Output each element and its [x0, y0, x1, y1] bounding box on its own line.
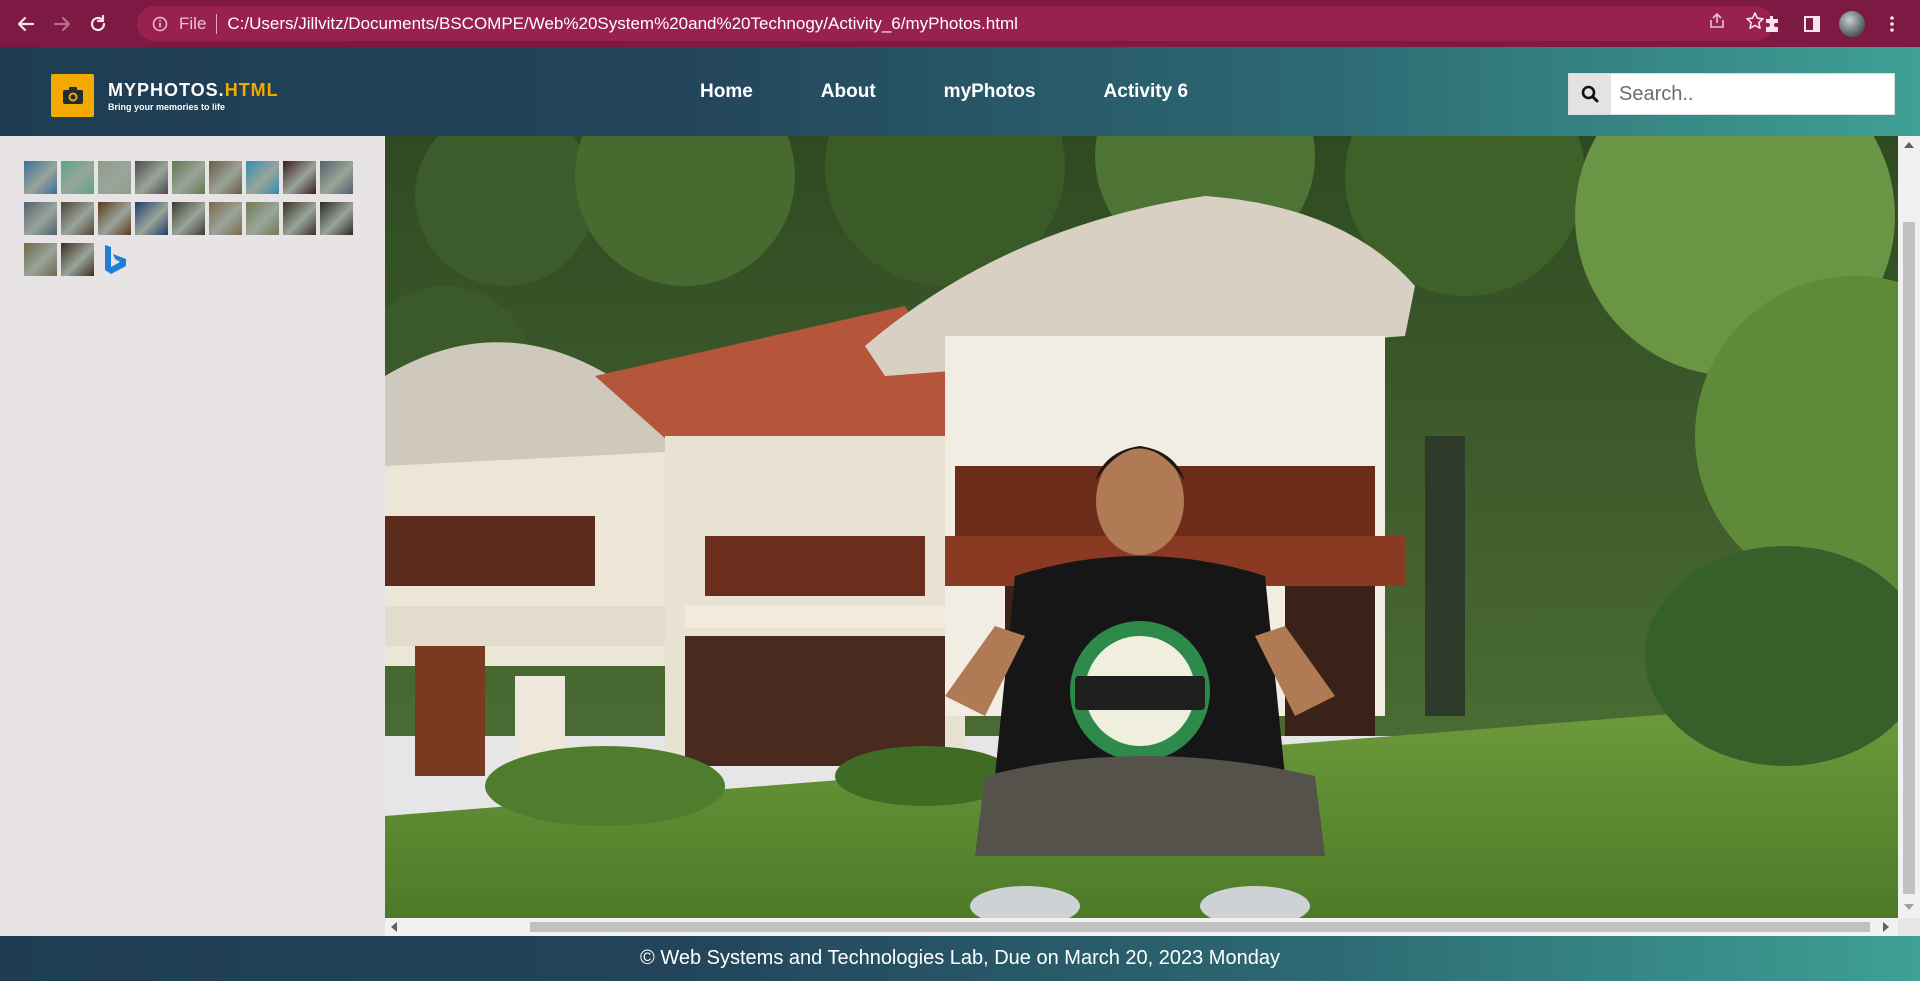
nav-home[interactable]: Home — [700, 81, 753, 103]
photo-thumbnail[interactable] — [24, 243, 57, 276]
vertical-scroll-thumb[interactable] — [1903, 222, 1915, 894]
omnibox-separator — [216, 13, 218, 34]
thumbnail-sidebar — [0, 136, 385, 936]
info-icon[interactable] — [151, 15, 169, 33]
logo-title-accent: HTML — [224, 79, 279, 100]
scroll-up-arrow[interactable] — [1904, 142, 1914, 148]
scroll-left-arrow[interactable] — [391, 922, 397, 932]
forward-icon[interactable] — [44, 6, 80, 42]
photo-thumbnail[interactable] — [61, 202, 94, 235]
browser-toolbar: File C:/Users/Jillvitz/Documents/BSCOMPE… — [0, 0, 1920, 47]
photo-thumbnail[interactable] — [320, 202, 353, 235]
main-nav: Home About myPhotos Activity 6 — [700, 47, 1256, 136]
nav-myphotos[interactable]: myPhotos — [944, 81, 1036, 103]
photo-thumbnail[interactable] — [246, 161, 279, 194]
search-icon — [1581, 85, 1599, 103]
footer-text: © Web Systems and Technologies Lab, Due … — [640, 947, 1280, 969]
site-footer: © Web Systems and Technologies Lab, Due … — [0, 936, 1920, 981]
scroll-right-arrow[interactable] — [1883, 922, 1889, 932]
photo-thumbnail[interactable] — [135, 161, 168, 194]
logo-tagline: Bring your memories to life — [108, 101, 226, 112]
photo-thumbnail[interactable] — [61, 243, 94, 276]
logo-title: MYPHOTOS.HTML — [108, 80, 279, 101]
photo-thumbnail[interactable] — [98, 202, 131, 235]
photo-thumbnail[interactable] — [172, 161, 205, 194]
photo-thumbnail[interactable] — [24, 202, 57, 235]
site-logo[interactable]: MYPHOTOS.HTML Bring your memories to lif… — [51, 74, 279, 117]
nav-activity-6[interactable]: Activity 6 — [1104, 81, 1188, 103]
horizontal-scrollbar[interactable] — [385, 918, 1898, 936]
bing-logo-icon[interactable] — [98, 243, 131, 276]
main-photo — [385, 136, 1898, 918]
file-scheme-label: File — [179, 13, 207, 33]
photo-thumbnail[interactable] — [283, 202, 316, 235]
photo-thumbnail[interactable] — [283, 161, 316, 194]
photo-thumbnail[interactable] — [246, 202, 279, 235]
reload-icon[interactable] — [80, 6, 116, 42]
photo-thumbnail[interactable] — [98, 161, 131, 194]
photo-thumbnail[interactable] — [61, 161, 94, 194]
search-input[interactable] — [1611, 74, 1894, 114]
nav-about[interactable]: About — [821, 81, 876, 103]
horizontal-scroll-thumb[interactable] — [530, 922, 1870, 932]
photo-thumbnail[interactable] — [209, 202, 242, 235]
site-header: MYPHOTOS.HTML Bring your memories to lif… — [0, 47, 1920, 136]
scroll-down-arrow[interactable] — [1904, 904, 1914, 910]
vertical-scrollbar[interactable] — [1898, 136, 1920, 918]
menu-icon[interactable] — [1874, 6, 1910, 42]
photo-viewer — [385, 136, 1920, 936]
photo-thumbnail[interactable] — [320, 161, 353, 194]
back-icon[interactable] — [8, 6, 44, 42]
photo-thumbnail[interactable] — [135, 202, 168, 235]
photo-thumbnail[interactable] — [24, 161, 57, 194]
photo-thumbnail[interactable] — [172, 202, 205, 235]
photo-thumbnail[interactable] — [209, 161, 242, 194]
extensions-icon[interactable] — [1754, 6, 1790, 42]
search-button[interactable] — [1569, 74, 1611, 114]
thumbnail-grid — [24, 161, 364, 284]
logo-title-main: MYPHOTOS. — [108, 79, 225, 100]
search-box — [1568, 73, 1895, 115]
share-icon[interactable] — [1707, 11, 1727, 36]
address-bar[interactable]: File C:/Users/Jillvitz/Documents/BSCOMPE… — [137, 6, 1773, 41]
url-text[interactable]: C:/Users/Jillvitz/Documents/BSCOMPE/Web%… — [227, 14, 1018, 34]
profile-avatar[interactable] — [1834, 6, 1870, 42]
camera-icon — [51, 74, 94, 117]
sidepanel-icon[interactable] — [1794, 6, 1830, 42]
